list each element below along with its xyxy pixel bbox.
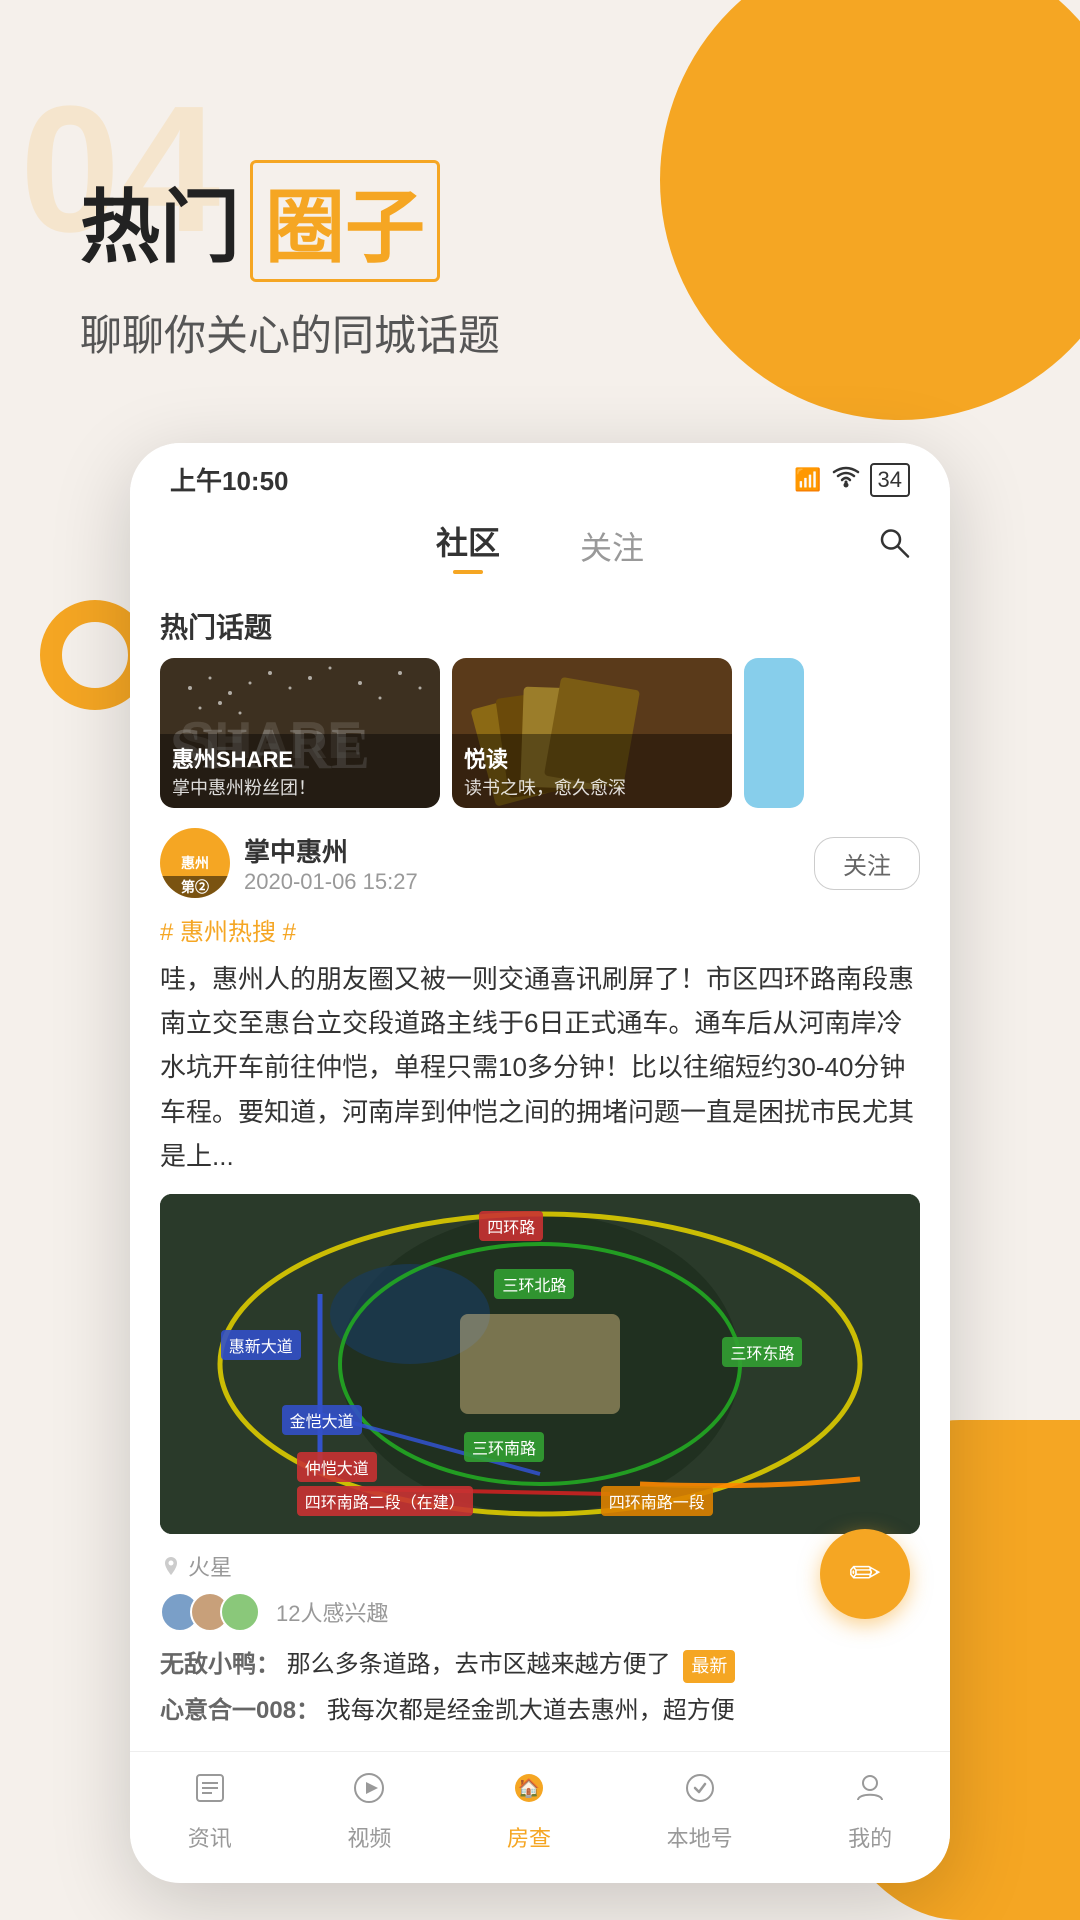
topic-overlay-share: 惠州SHARE 掌中惠州粉丝团！ xyxy=(160,734,440,808)
video-icon xyxy=(351,1770,387,1815)
news-icon xyxy=(192,1770,228,1815)
avatar-badge: 第② xyxy=(160,876,230,898)
map-label-3ring-n: 三环北路 xyxy=(494,1269,574,1299)
tab-community[interactable]: 社区 xyxy=(436,518,500,586)
topic-card-extra[interactable] xyxy=(744,658,804,808)
map-label-4ring-s2: 四环南路二段（在建） xyxy=(297,1486,473,1516)
comment-user-1: 无敌小鸭： xyxy=(160,1651,280,1678)
new-badge: 最新 xyxy=(683,1650,735,1683)
nav-video-label: 视频 xyxy=(347,1821,391,1853)
search-icon[interactable] xyxy=(878,527,910,568)
topic-card-share[interactable]: SHARE SHARE 惠州SHARE 掌中惠州粉丝团！ xyxy=(160,658,440,808)
edit-icon: ✏ xyxy=(849,1551,881,1596)
post-header: 惠州 第② 掌中惠州 2020-01-06 15:27 关注 xyxy=(160,828,920,898)
nav-profile-label: 我的 xyxy=(848,1821,892,1853)
status-time: 上午10:50 xyxy=(170,461,289,498)
topic-title-read: 悦读 xyxy=(464,742,720,774)
map-label-jinkai: 金恺大道 xyxy=(282,1405,362,1435)
post-tags: # 惠州热搜 # xyxy=(160,912,920,947)
map-label-zhongkai: 仲恺大道 xyxy=(297,1452,377,1482)
svg-text:🏠: 🏠 xyxy=(518,1778,540,1798)
title-part2: 圈子 xyxy=(250,160,440,282)
nav-local-label: 本地号 xyxy=(667,1821,733,1853)
post-content: 哇，惠州人的朋友圈又被一则交通喜讯刷屏了！市区四环路南段惠南立交至惠台立交段道路… xyxy=(160,957,920,1178)
home-icon: 🏠 xyxy=(511,1770,547,1815)
topic-card-read[interactable]: 悦读 读书之味，愈久愈深 xyxy=(452,658,732,808)
topic-title-share: 惠州SHARE xyxy=(172,742,428,774)
nav-news[interactable]: 资讯 xyxy=(188,1770,232,1853)
comment-text-1: 那么多条道路，去市区越来越方便了 xyxy=(287,1651,671,1678)
nav-video[interactable]: 视频 xyxy=(347,1770,391,1853)
topics-row: SHARE SHARE 惠州SHARE 掌中惠州粉丝团！ xyxy=(130,658,950,808)
post-username: 掌中惠州 xyxy=(244,832,418,869)
topic-subtitle-share: 掌中惠州粉丝团！ xyxy=(172,774,428,800)
post-avatar: 惠州 第② xyxy=(160,828,230,898)
topic-overlay-read: 悦读 读书之味，愈久愈深 xyxy=(452,734,732,808)
page-title: 热门 圈子 xyxy=(80,160,1000,282)
map-label-4ring: 四环路 xyxy=(479,1211,543,1241)
status-bar: 上午10:50 📶 34 xyxy=(130,443,950,508)
post-user: 惠州 第② 掌中惠州 2020-01-06 15:27 xyxy=(160,828,418,898)
comment-user-2: 心意合一008： xyxy=(160,1697,320,1724)
engager-avatar-3 xyxy=(220,1592,260,1632)
fab-compose-button[interactable]: ✏ xyxy=(820,1529,910,1619)
nav-local[interactable]: 本地号 xyxy=(667,1770,733,1853)
topic-subtitle-read: 读书之味，愈久愈深 xyxy=(464,774,720,800)
title-part1: 热门 xyxy=(80,163,240,279)
post-card: 惠州 第② 掌中惠州 2020-01-06 15:27 关注 # 惠州热搜 # … xyxy=(130,808,950,1534)
nav-news-label: 资讯 xyxy=(188,1821,232,1853)
post-location: 火星 xyxy=(160,1550,920,1582)
page-subtitle: 聊聊你关心的同城话题 xyxy=(80,302,1000,363)
engaged-count: 12人感兴趣 xyxy=(276,1596,388,1628)
comment-2: 心意合一008： 我每次都是经金凯大道去惠州，超方便 xyxy=(130,1692,950,1730)
battery-icon: 34 xyxy=(870,463,910,497)
local-icon xyxy=(682,1770,718,1815)
profile-icon xyxy=(852,1770,888,1815)
map-label-3ring-s: 三环南路 xyxy=(464,1432,544,1462)
nav-tabs: 社区 关注 xyxy=(130,508,950,586)
engager-avatars xyxy=(160,1592,250,1632)
bottom-nav: 资讯 视频 🏠 房查 xyxy=(130,1751,950,1863)
map-label-huixin: 惠新大道 xyxy=(221,1330,301,1360)
tab-following[interactable]: 关注 xyxy=(580,523,644,581)
hot-topics-label: 热门话题 xyxy=(130,586,950,658)
post-time: 2020-01-06 15:27 xyxy=(244,869,418,895)
map-label-3ring-e: 三环东路 xyxy=(722,1337,802,1367)
follow-button[interactable]: 关注 xyxy=(814,837,920,890)
comment-text-2: 我每次都是经金凯大道去惠州，超方便 xyxy=(327,1697,735,1724)
post-user-info: 掌中惠州 2020-01-06 15:27 xyxy=(244,832,418,895)
status-icons: 📶 34 xyxy=(794,463,910,497)
post-engagers: 12人感兴趣 xyxy=(160,1592,920,1632)
phone-mockup: 上午10:50 📶 34 社区 关注 xyxy=(130,443,950,1883)
nav-home-label: 房查 xyxy=(507,1821,551,1853)
map-container: 四环路 三环北路 惠新大道 三环东路 金恺大道 三环南路 仲恺大道 四环南路二段… xyxy=(160,1194,920,1534)
signal-icon: 📶 xyxy=(794,467,821,493)
post-map-image: 四环路 三环北路 惠新大道 三环东路 金恺大道 三环南路 仲恺大道 四环南路二段… xyxy=(160,1194,920,1534)
header-section: 热门 圈子 聊聊你关心的同城话题 xyxy=(0,0,1080,363)
map-label-4ring-s1: 四环南路一段 xyxy=(601,1486,713,1516)
wifi-icon xyxy=(832,466,860,494)
nav-home[interactable]: 🏠 房查 xyxy=(507,1770,551,1853)
comment-1: 无敌小鸭： 那么多条道路，去市区越来越方便了 最新 xyxy=(130,1646,950,1684)
nav-profile[interactable]: 我的 xyxy=(848,1770,892,1853)
